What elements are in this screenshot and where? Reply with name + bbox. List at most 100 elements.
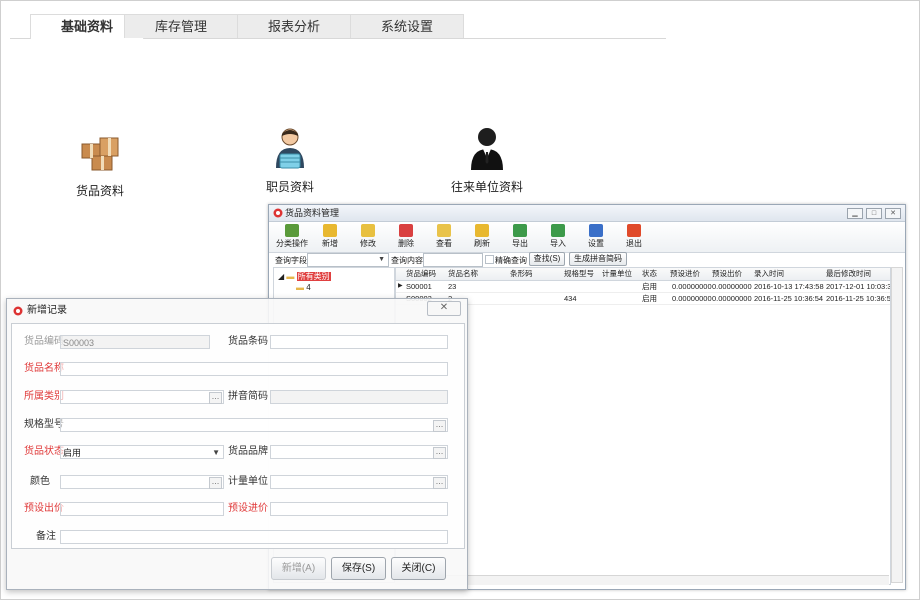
maximize-button[interactable]: □ xyxy=(866,208,882,219)
column-header[interactable]: 预设进价 xyxy=(670,268,700,279)
color-field[interactable]: … xyxy=(60,475,224,489)
settings-icon xyxy=(589,224,603,237)
ellipsis-icon[interactable]: … xyxy=(433,477,446,489)
app-icon xyxy=(273,208,283,218)
contact-person-icon xyxy=(463,124,511,172)
category-label: 所属类别 xyxy=(24,391,64,402)
code-field[interactable]: S00003 xyxy=(60,335,210,349)
tree-child[interactable]: ▬ 4 xyxy=(296,283,311,292)
pinyin-field[interactable] xyxy=(270,390,448,404)
close-window-button[interactable]: ✕ xyxy=(885,208,901,219)
tab-inventory[interactable]: 库存管理 xyxy=(124,14,238,38)
dialog-title: 新增记录 xyxy=(27,305,67,316)
add-button[interactable]: 新增 xyxy=(311,223,349,251)
pinyin-label: 拼音简码 xyxy=(228,391,268,402)
exit-button[interactable]: 退出 xyxy=(615,223,653,251)
exact-query-label: 精确查询 xyxy=(495,256,527,265)
grid-cell: 启用 xyxy=(642,282,657,291)
save-button[interactable]: 保存(S) xyxy=(331,557,386,580)
spec-field[interactable]: … xyxy=(60,418,448,432)
launcher-goods[interactable]: 货品资料 xyxy=(50,128,150,199)
grid-cell: 2016-11-25 10:36:54 xyxy=(754,294,824,303)
close-button[interactable]: 关闭(C) xyxy=(391,557,446,580)
sale-price-field[interactable] xyxy=(60,502,224,516)
delete-button[interactable]: 删除 xyxy=(387,223,425,251)
status-value: 启用 xyxy=(63,448,82,458)
export-button[interactable]: 导出 xyxy=(501,223,539,251)
grid-header: 货品编码 货品名称 条形码 规格型号 计量单位 状态 预设进价 预设出价 录入时… xyxy=(396,268,890,281)
status-select[interactable]: 启用 ▼ xyxy=(60,445,224,459)
view-icon xyxy=(437,224,451,237)
toolbar-label: 分类操作 xyxy=(276,239,308,248)
barcode-field[interactable] xyxy=(270,335,448,349)
brand-field[interactable]: … xyxy=(270,445,448,459)
minimize-button[interactable]: ▁ xyxy=(847,208,863,219)
column-header[interactable]: 规格型号 xyxy=(564,268,594,279)
grid-cell: 434 xyxy=(564,294,577,303)
ellipsis-icon[interactable]: … xyxy=(433,420,446,432)
toolbar-label: 刷新 xyxy=(474,239,490,248)
exit-icon xyxy=(627,224,641,237)
new-record-dialog: 新增记录 ✕ 货品编码 S00003 货品条码 货品名称 所属类别 … 拼音简码… xyxy=(6,298,468,590)
column-header[interactable]: 条形码 xyxy=(510,268,533,279)
edit-icon xyxy=(361,224,375,237)
window-title: 货品资料管理 xyxy=(285,208,340,218)
table-row[interactable]: ▶ S00001 23 启用 0.00000000 0.00000000 201… xyxy=(396,281,890,293)
launcher-contacts[interactable]: 往来单位资料 xyxy=(437,124,537,195)
tab-reports[interactable]: 报表分析 xyxy=(237,14,351,38)
find-button[interactable]: 查找(S) xyxy=(529,252,565,266)
add-icon xyxy=(323,224,337,237)
horizontal-scrollbar[interactable] xyxy=(395,575,889,585)
import-icon xyxy=(551,224,565,237)
column-header[interactable]: 预设出价 xyxy=(712,268,742,279)
code-label: 货品编码 xyxy=(24,336,64,347)
settings-button[interactable]: 设置 xyxy=(577,223,615,251)
column-header[interactable]: 状态 xyxy=(642,268,657,279)
unit-field[interactable]: … xyxy=(270,475,448,489)
toolbar-label: 导出 xyxy=(512,239,528,248)
query-content-input[interactable] xyxy=(423,253,483,267)
name-label: 货品名称 xyxy=(24,363,64,374)
color-label: 颜色 xyxy=(30,476,50,487)
category-field[interactable]: … xyxy=(60,390,224,404)
query-field-select[interactable]: ▼ xyxy=(307,253,389,267)
query-content-label: 查询内容 xyxy=(391,256,423,265)
tree-root[interactable]: ◢ ▬ 所有类别 xyxy=(278,271,331,282)
exact-query-checkbox[interactable] xyxy=(485,255,494,264)
employee-icon xyxy=(266,124,314,172)
refresh-button[interactable]: 刷新 xyxy=(463,223,501,251)
add-record-button[interactable]: 新增(A) xyxy=(271,557,326,580)
ellipsis-icon[interactable]: … xyxy=(433,447,446,459)
name-field[interactable] xyxy=(60,362,448,376)
import-button[interactable]: 导入 xyxy=(539,223,577,251)
category-op-button[interactable]: 分类操作 xyxy=(273,223,311,251)
brand-label: 货品品牌 xyxy=(228,446,268,457)
column-header[interactable]: 货品名称 xyxy=(448,268,478,279)
launcher-contacts-label: 往来单位资料 xyxy=(450,180,523,194)
purchase-price-field[interactable] xyxy=(270,502,448,516)
toolbar-label: 新增 xyxy=(322,239,338,248)
launcher-employee[interactable]: 职员资料 xyxy=(240,124,340,195)
close-icon[interactable]: ✕ xyxy=(427,301,461,316)
toolbar-label: 修改 xyxy=(360,239,376,248)
note-field[interactable] xyxy=(60,530,448,544)
grid-cell: 0.00000000 xyxy=(672,282,712,291)
column-header[interactable]: 最后修改时间 xyxy=(826,268,871,279)
grid-cell: S00001 xyxy=(406,282,432,291)
table-row[interactable]: S00002 2 434 启用 0.00000000 0.00000000 20… xyxy=(396,293,890,305)
folder-icon: ▬ xyxy=(286,272,295,281)
view-button[interactable]: 查看 xyxy=(425,223,463,251)
edit-button[interactable]: 修改 xyxy=(349,223,387,251)
refresh-icon xyxy=(475,224,489,237)
generate-pinyin-button[interactable]: 生成拼音简码 xyxy=(569,252,627,266)
tab-settings[interactable]: 系统设置 xyxy=(350,14,464,38)
column-header[interactable]: 录入时间 xyxy=(754,268,784,279)
barcode-label: 货品条码 xyxy=(228,336,268,347)
column-header[interactable]: 计量单位 xyxy=(602,268,632,279)
status-label: 货品状态 xyxy=(24,446,64,457)
toolbar: 分类操作 新增 修改 删除 查看 刷新 导出 导入 设置 退出 xyxy=(269,222,905,253)
grid-cell: 2016-11-25 10:36:54 xyxy=(826,294,891,303)
collapse-icon: ◢ xyxy=(278,272,285,281)
column-header[interactable]: 货品编码 xyxy=(406,268,436,279)
vertical-scrollbar[interactable] xyxy=(891,267,903,583)
